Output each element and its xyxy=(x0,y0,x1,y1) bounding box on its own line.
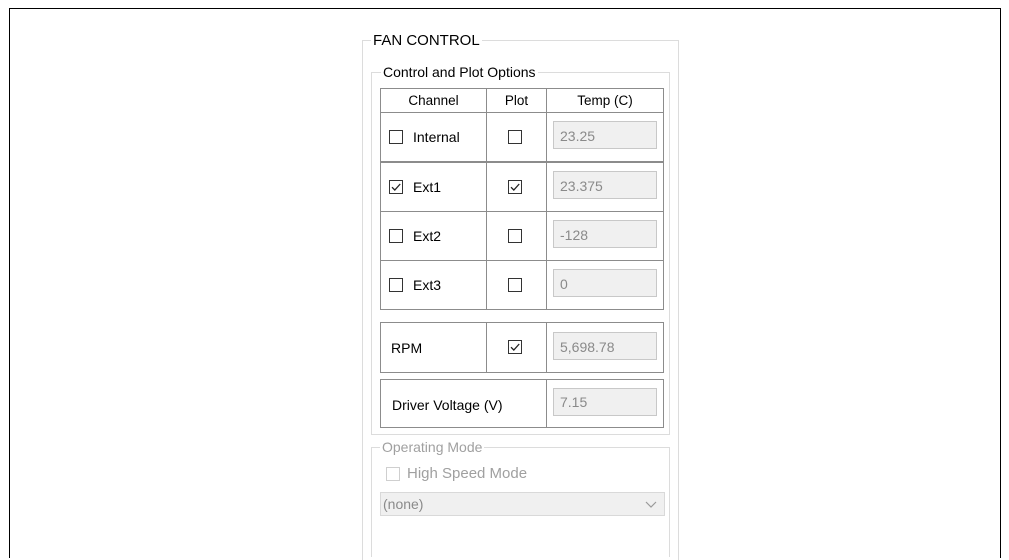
plot-header: Plot xyxy=(486,88,547,113)
channel-header: Channel xyxy=(380,88,487,113)
check-icon xyxy=(510,343,520,351)
temp-field[interactable]: -128 xyxy=(553,220,657,248)
driver-voltage-label: Driver Voltage (V) xyxy=(392,397,503,413)
high-speed-mode-checkbox[interactable] xyxy=(386,467,400,481)
channel-label: Ext2 xyxy=(413,228,442,244)
channel-checkbox-ext3[interactable] xyxy=(389,278,403,292)
rpm-label: RPM xyxy=(391,340,423,356)
channel-checkbox-internal[interactable] xyxy=(389,130,403,144)
plot-checkbox-ext2[interactable] xyxy=(508,229,522,243)
plot-checkbox-internal[interactable] xyxy=(508,130,522,144)
check-icon xyxy=(391,183,401,191)
channel-checkbox-ext1[interactable] xyxy=(389,180,403,194)
channel-label: Ext1 xyxy=(413,179,442,195)
operating-mode-dropdown[interactable]: (none) xyxy=(380,492,665,516)
control-plot-options-title: Control and Plot Options xyxy=(381,64,538,80)
temp-field[interactable]: 23.25 xyxy=(553,121,657,149)
plot-checkbox-ext3[interactable] xyxy=(508,278,522,292)
high-speed-mode-label: High Speed Mode xyxy=(407,465,528,482)
rpm-value-field[interactable]: 5,698.78 xyxy=(553,332,657,360)
operating-mode-title: Operating Mode xyxy=(380,439,485,455)
temp-field[interactable]: 23.375 xyxy=(553,171,657,199)
chevron-down-icon xyxy=(645,501,657,508)
temp-field[interactable]: 0 xyxy=(553,269,657,297)
operating-mode-selected: (none) xyxy=(383,496,424,512)
check-icon xyxy=(510,183,520,191)
channel-label: Ext3 xyxy=(413,277,442,293)
channel-label: Internal xyxy=(413,129,460,145)
rpm-plot-checkbox[interactable] xyxy=(508,340,522,354)
channel-checkbox-ext2[interactable] xyxy=(389,229,403,243)
plot-checkbox-ext1[interactable] xyxy=(508,180,522,194)
fan-control-title: FAN CONTROL xyxy=(371,32,482,49)
driver-voltage-field[interactable]: 7.15 xyxy=(553,388,657,416)
temp-header: Temp (C) xyxy=(546,88,664,113)
